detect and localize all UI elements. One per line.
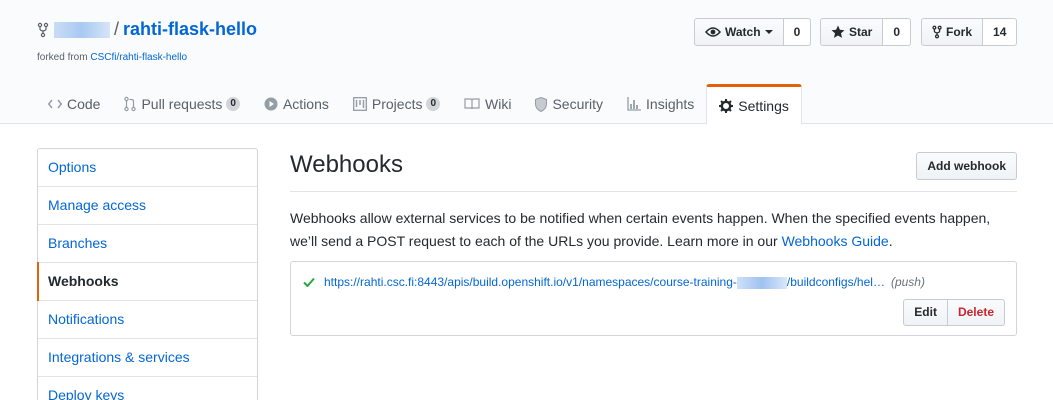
repo-fork-icon (37, 22, 49, 37)
repo-header: / rahti-flask-hello forked from CSCfi/ra… (0, 0, 1053, 125)
tab-projects[interactable]: Projects 0 (341, 84, 452, 124)
tab-projects-label: Projects (371, 96, 423, 112)
add-webhook-button[interactable]: Add webhook (916, 152, 1017, 180)
tab-settings-label: Settings (738, 97, 789, 114)
sidebar-item-manage-access[interactable]: Manage access (38, 187, 257, 225)
sidebar-item-deploy-keys[interactable]: Deploy keys (38, 377, 257, 400)
repo-name-link[interactable]: rahti-flask-hello (123, 19, 257, 40)
owner-name-redacted[interactable] (54, 21, 110, 38)
watch-label: Watch (725, 25, 761, 39)
tab-actions-label: Actions (282, 96, 329, 112)
tab-insights-label: Insights (646, 96, 695, 112)
fork-button[interactable]: Fork (921, 18, 984, 46)
star-button[interactable]: Star (820, 18, 884, 46)
project-icon (352, 97, 367, 111)
webhooks-guide-link[interactable]: Webhooks Guide (782, 233, 889, 249)
tab-settings[interactable]: Settings (706, 84, 802, 125)
url-redacted (736, 276, 787, 289)
tab-pull-requests[interactable]: Pull requests 0 (112, 84, 252, 124)
tab-wiki-label: Wiki (485, 96, 512, 112)
forked-from-label: forked from (37, 52, 88, 63)
repo-nav-tabs: Code Pull requests 0 Actions Projects 0 … (36, 84, 802, 125)
repo-title: / rahti-flask-hello (36, 19, 257, 40)
sidebar-item-notifications[interactable]: Notifications (38, 301, 257, 339)
path-separator: / (114, 19, 120, 39)
star-group: Star 0 (820, 18, 912, 46)
tab-actions[interactable]: Actions (252, 84, 341, 124)
fork-label: Fork (946, 25, 973, 39)
webhook-url-link[interactable]: https://rahti.csc.fi:8443/apis/build.ope… (324, 275, 885, 289)
pull-requests-count: 0 (226, 97, 240, 111)
fork-count[interactable]: 14 (983, 18, 1018, 46)
book-icon (464, 98, 480, 110)
sidebar-item-branches[interactable]: Branches (38, 225, 257, 263)
fork-icon (932, 25, 942, 39)
chevron-down-icon (764, 30, 773, 34)
graph-icon (627, 97, 642, 111)
watch-button[interactable]: Watch (694, 18, 784, 46)
sidebar-item-options[interactable]: Options (38, 149, 257, 187)
webhook-url-end: /buildconfigs/hel… (786, 275, 885, 289)
watch-count[interactable]: 0 (783, 18, 812, 46)
sidebar-item-integrations[interactable]: Integrations & services (38, 339, 257, 377)
tab-wiki[interactable]: Wiki (452, 84, 523, 124)
shield-icon (535, 96, 548, 112)
check-icon (303, 277, 315, 287)
watch-group: Watch 0 (694, 18, 812, 46)
webhook-event: (push) (890, 275, 925, 289)
forked-from: forked from CSCfi/rahti-flask-hello (37, 52, 187, 63)
delete-webhook-button[interactable]: Delete (947, 299, 1005, 326)
projects-count: 0 (426, 97, 441, 111)
webhooks-description: Webhooks allow external services to be n… (290, 207, 1017, 253)
forked-source-link[interactable]: CSCfi/rahti-flask-hello (90, 52, 187, 63)
sidebar-item-webhooks[interactable]: Webhooks (37, 262, 257, 301)
settings-sidebar: Options Manage access Branches Webhooks … (37, 148, 258, 400)
tab-insights[interactable]: Insights (615, 84, 706, 124)
tab-pull-requests-label: Pull requests (141, 96, 223, 112)
star-icon (831, 25, 845, 38)
webhooks-panel: Webhooks Add webhook Webhooks allow exte… (290, 148, 1017, 336)
star-label: Star (849, 25, 873, 39)
gear-icon (719, 98, 734, 113)
tab-security-label: Security (552, 96, 604, 112)
eye-icon (705, 27, 721, 37)
subhead: Webhooks Add webhook (290, 148, 1017, 192)
pull-request-icon (124, 96, 137, 112)
code-icon (48, 99, 62, 109)
webhook-item: https://rahti.csc.fi:8443/apis/build.ope… (303, 275, 925, 289)
webhook-actions: Edit Delete (903, 299, 1005, 326)
webhook-list: https://rahti.csc.fi:8443/apis/build.ope… (290, 261, 1017, 336)
play-icon (264, 97, 278, 111)
fork-group: Fork 14 (921, 18, 1018, 46)
edit-webhook-button[interactable]: Edit (903, 299, 948, 326)
webhook-url-start: https://rahti.csc.fi:8443/apis/build.ope… (324, 275, 737, 289)
page-title: Webhooks (290, 151, 403, 178)
tab-code[interactable]: Code (36, 84, 112, 124)
tab-code-label: Code (67, 96, 101, 112)
tab-security[interactable]: Security (523, 84, 615, 124)
description-end: . (888, 233, 893, 249)
star-count[interactable]: 0 (883, 18, 912, 46)
